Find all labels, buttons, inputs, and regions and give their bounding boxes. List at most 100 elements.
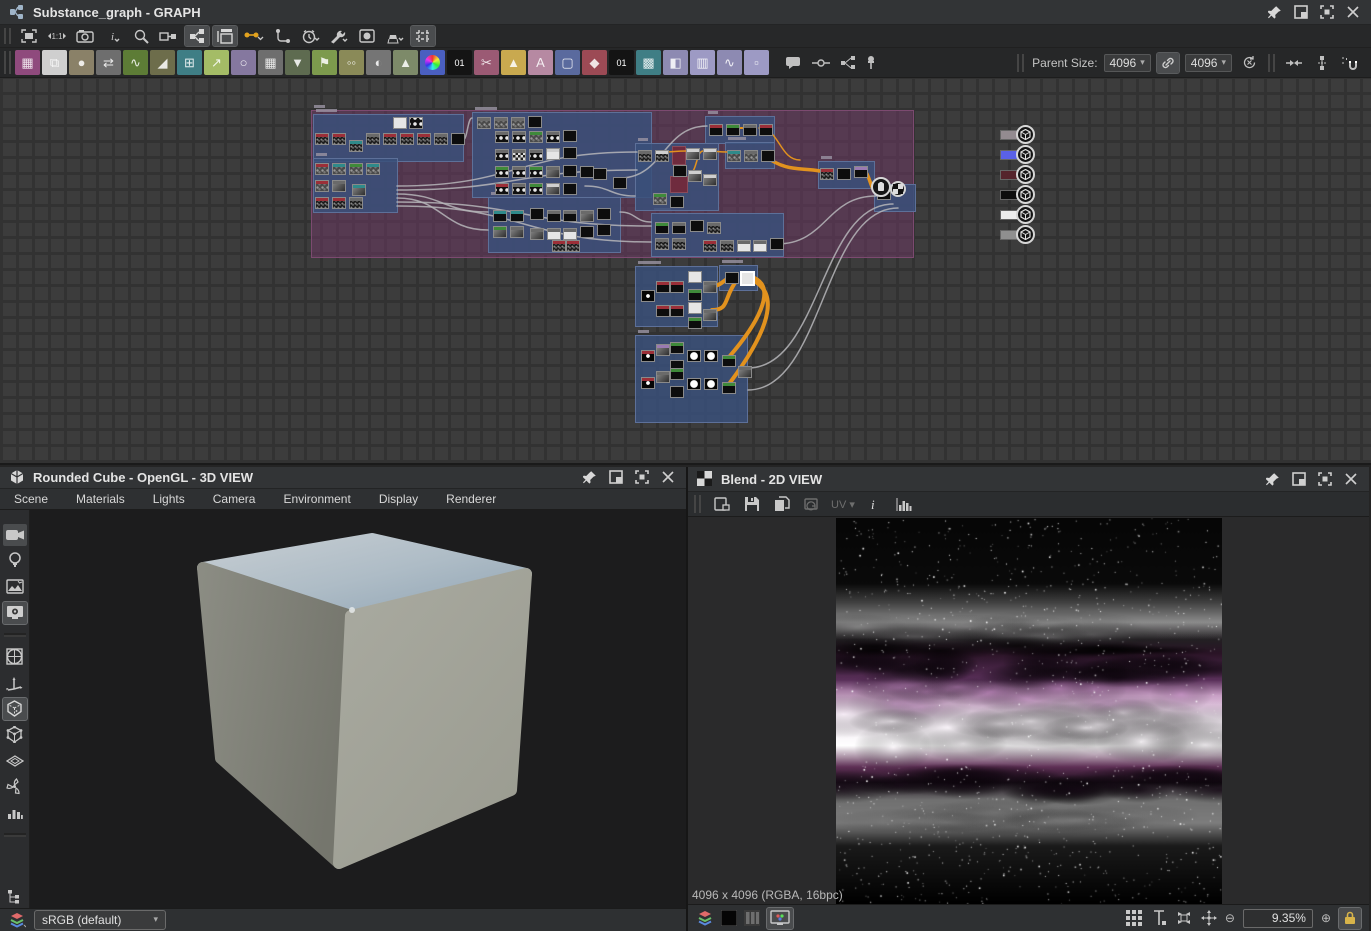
graph-node[interactable]	[580, 166, 594, 178]
graph-node[interactable]	[434, 133, 448, 145]
fan-icon[interactable]	[3, 776, 27, 798]
graph-node[interactable]	[641, 377, 655, 389]
graph-node[interactable]	[366, 163, 380, 175]
graph-node[interactable]	[738, 366, 752, 378]
elbow-connector-icon[interactable]	[271, 26, 295, 46]
menu-environment[interactable]: Environment	[269, 492, 364, 506]
stripeswatch-icon[interactable]	[744, 910, 760, 926]
graph-node[interactable]	[703, 240, 717, 252]
graph-node[interactable]	[512, 183, 526, 195]
material-output-node[interactable]	[1000, 126, 1036, 144]
quantize-node[interactable]: 01	[447, 50, 472, 75]
shatter-node[interactable]: ▩	[636, 50, 661, 75]
graph-node[interactable]	[613, 177, 627, 189]
graph-node[interactable]	[704, 378, 718, 390]
graph-node[interactable]	[493, 226, 507, 238]
zoom-in-icon[interactable]: ⊕	[1321, 911, 1331, 925]
graph-node[interactable]	[400, 133, 414, 145]
graph-node[interactable]	[383, 133, 397, 145]
graph-node[interactable]	[597, 224, 611, 236]
sphere-node[interactable]: ◐	[366, 50, 391, 75]
connector-pair-icon[interactable]	[1283, 53, 1305, 73]
align-vertical-icon[interactable]	[1311, 53, 1333, 73]
maximize-icon[interactable]	[632, 467, 652, 487]
graph-node[interactable]	[704, 350, 718, 362]
graph-node[interactable]	[529, 149, 543, 161]
graph-node[interactable]	[687, 378, 701, 390]
graph-node[interactable]	[495, 149, 509, 161]
float-window-icon[interactable]	[1291, 2, 1311, 22]
graph-node[interactable]	[670, 342, 684, 354]
graph-node[interactable]	[593, 168, 607, 180]
graph-node[interactable]	[722, 355, 736, 367]
graph-node[interactable]	[688, 170, 702, 182]
graph-node[interactable]	[641, 350, 655, 362]
output-node-circle[interactable]	[890, 181, 906, 197]
color-layers-icon[interactable]	[8, 911, 26, 929]
info-dropdown-icon[interactable]: i	[101, 26, 125, 46]
graph-node[interactable]	[409, 117, 423, 129]
lock-zoom-icon[interactable]	[1339, 908, 1361, 929]
display-settings-icon[interactable]	[3, 602, 27, 624]
float-window-icon[interactable]	[1289, 469, 1309, 489]
pin-icon[interactable]	[1265, 2, 1285, 22]
graph-small-icon[interactable]	[841, 56, 856, 70]
graph-node[interactable]	[529, 166, 543, 178]
graph-node[interactable]	[495, 131, 509, 143]
hsl-node[interactable]	[420, 50, 445, 75]
graph-node[interactable]	[512, 131, 526, 143]
colorlayers-icon[interactable]	[696, 909, 714, 927]
menu-display[interactable]: Display	[365, 492, 432, 506]
vertex-cube-icon[interactable]	[3, 724, 27, 746]
plane-icon[interactable]	[3, 750, 27, 772]
graph-node[interactable]	[837, 168, 851, 180]
graph-node[interactable]	[332, 163, 346, 175]
graph-node[interactable]	[530, 208, 544, 220]
graph-node[interactable]	[512, 149, 526, 161]
text-node[interactable]: A	[528, 50, 553, 75]
graph-node[interactable]	[761, 150, 775, 162]
graph-node[interactable]	[546, 148, 560, 160]
graph-node[interactable]	[703, 309, 717, 321]
duplicate-view-icon[interactable]	[711, 494, 733, 514]
slope-blur-node[interactable]: ▲	[393, 50, 418, 75]
cleaner-dropdown-icon[interactable]	[383, 26, 407, 46]
graph-node[interactable]	[820, 168, 834, 180]
graph-node[interactable]	[528, 116, 542, 128]
shuffle-node[interactable]: ⇄	[96, 50, 121, 75]
graph-node[interactable]	[546, 166, 560, 178]
graph-node[interactable]	[315, 197, 329, 209]
graph-node[interactable]	[673, 165, 687, 177]
blend-node-selected[interactable]	[740, 271, 755, 286]
graph-node[interactable]	[707, 222, 721, 234]
menu-lights[interactable]: Lights	[139, 492, 199, 506]
close-icon[interactable]	[1341, 469, 1361, 489]
graph-node[interactable]	[530, 228, 544, 240]
transform-node[interactable]: ⊞	[177, 50, 202, 75]
graph-node[interactable]	[315, 163, 329, 175]
copy-icon[interactable]	[771, 494, 793, 514]
blend-texture-preview[interactable]	[836, 518, 1222, 904]
graph-node[interactable]	[547, 210, 561, 222]
graph-node[interactable]	[670, 196, 684, 208]
graph-node[interactable]	[529, 183, 543, 195]
reset-size-icon[interactable]	[1238, 53, 1260, 73]
maximize-icon[interactable]	[1315, 469, 1335, 489]
view2d-viewport[interactable]: 4096 x 4096 (RGBA, 16bpc)	[688, 517, 1369, 904]
wire-sphere-icon[interactable]	[3, 646, 27, 668]
menu-renderer[interactable]: Renderer	[432, 492, 510, 506]
toolbar-grip[interactable]	[694, 495, 701, 513]
magnet-snap-icon[interactable]	[1339, 53, 1361, 73]
graph-node[interactable]	[688, 302, 702, 314]
toolbar-grip[interactable]	[1017, 54, 1024, 72]
graph-node[interactable]	[670, 386, 684, 398]
histogram-icon[interactable]	[893, 494, 915, 514]
material-output-node[interactable]	[1000, 166, 1036, 184]
graph-node[interactable]	[512, 166, 526, 178]
zoom-out-icon[interactable]: ⊖	[1225, 911, 1235, 925]
camera-icon[interactable]	[73, 26, 97, 46]
crop-node[interactable]: ▢	[555, 50, 580, 75]
graph-node[interactable]	[566, 240, 580, 252]
graph-node[interactable]	[672, 238, 686, 250]
link-dot-dropdown-icon[interactable]	[241, 26, 267, 46]
